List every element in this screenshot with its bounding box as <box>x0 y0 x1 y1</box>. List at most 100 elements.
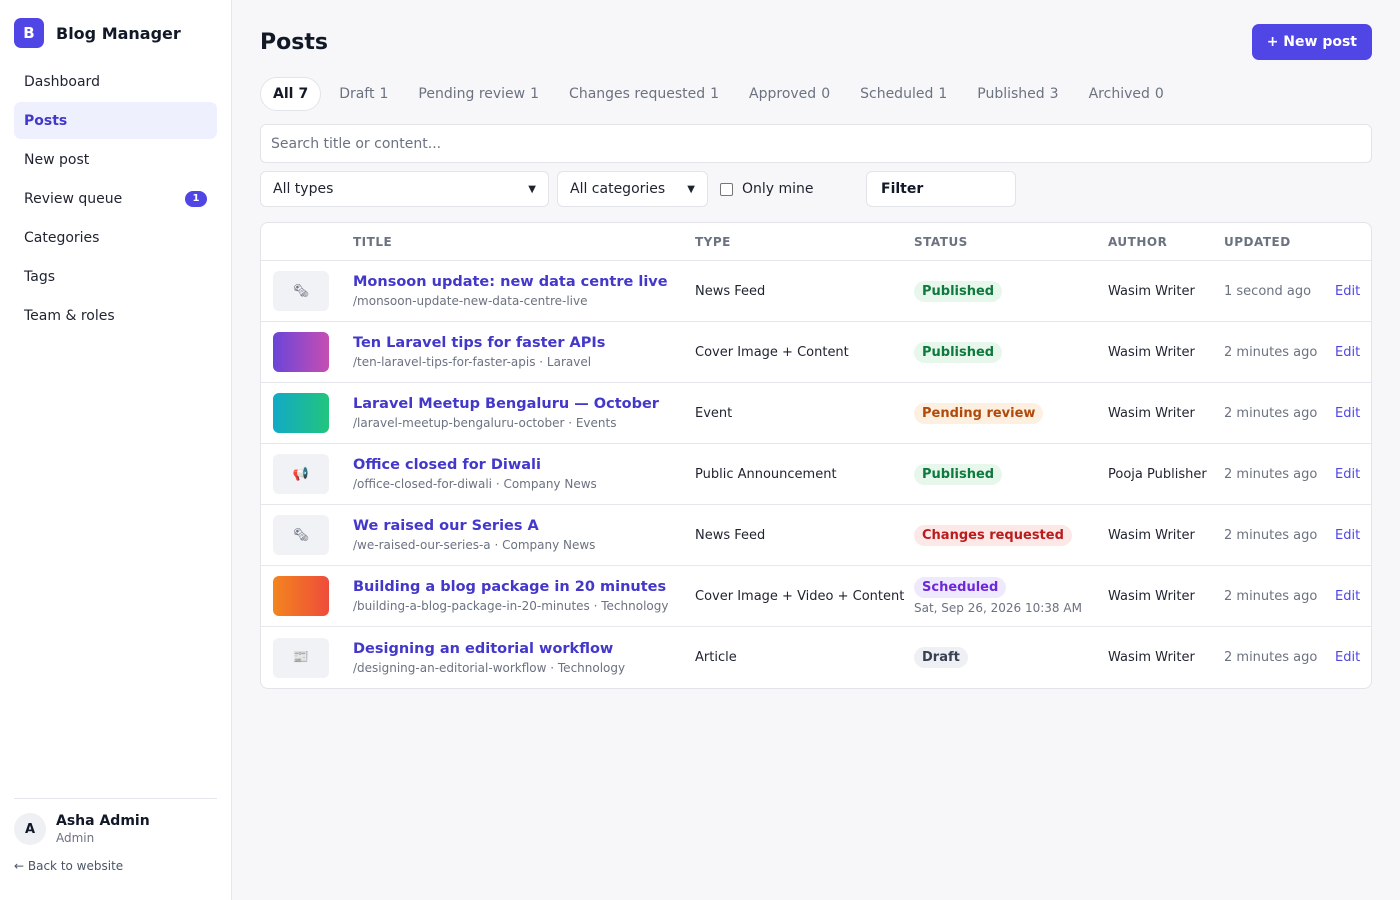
sidebar-item-label: Review queue <box>24 190 123 207</box>
column-header-type: TYPE <box>695 234 731 249</box>
cover-image-thumbnail <box>273 332 329 372</box>
filter-button[interactable]: Filter <box>866 171 1016 207</box>
edit-link[interactable]: Edit <box>1335 467 1360 482</box>
edit-link[interactable]: Edit <box>1335 345 1360 360</box>
post-type: Cover Image + Video + Content <box>695 588 905 604</box>
cover-image-thumbnail <box>273 393 329 433</box>
brand[interactable]: B Blog Manager <box>14 18 217 48</box>
table-row: Ten Laravel tips for faster APIs /ten-la… <box>261 322 1371 383</box>
post-title-link[interactable]: We raised our Series A <box>353 518 695 534</box>
tab-published[interactable]: Published 3 <box>965 77 1070 111</box>
post-author: Wasim Writer <box>1108 405 1195 421</box>
review-queue-count-badge: 1 <box>185 190 207 207</box>
sidebar-item-dashboard[interactable]: Dashboard <box>14 63 217 100</box>
newspaper-icon: 🗞 <box>273 271 329 311</box>
table-row: Laravel Meetup Bengaluru — October /lara… <box>261 383 1371 444</box>
table-header: TITLE TYPE STATUS AUTHOR UPDATED <box>261 223 1371 261</box>
edit-link[interactable]: Edit <box>1335 528 1360 543</box>
status-tabs: All 7 Draft 1 Pending review 1 Changes requ… <box>260 77 1372 111</box>
column-header-author: AUTHOR <box>1108 234 1168 249</box>
category-select[interactable]: All categories ▼ <box>557 171 708 207</box>
tab-archived[interactable]: Archived 0 <box>1077 77 1176 111</box>
back-to-website-link[interactable]: ← Back to website <box>14 859 217 873</box>
megaphone-icon: 📢 <box>273 454 329 494</box>
tab-label: Approved <box>749 86 817 102</box>
main-content: Posts + New post All 7 Draft 1 Pending rev… <box>232 0 1400 900</box>
post-title-link[interactable]: Office closed for Diwali <box>353 457 695 473</box>
sidebar: B Blog Manager Dashboard Posts New post … <box>0 0 232 900</box>
sidebar-item-label: New post <box>24 151 90 168</box>
only-mine-toggle[interactable]: Only mine <box>720 181 862 197</box>
sidebar-item-categories[interactable]: Categories <box>14 219 217 256</box>
sidebar-item-team-roles[interactable]: Team & roles <box>14 297 217 334</box>
chevron-down-icon: ▼ <box>687 183 695 195</box>
column-header-status: STATUS <box>914 234 968 249</box>
post-title-link[interactable]: Monsoon update: new data centre live <box>353 274 695 290</box>
tab-all[interactable]: All 7 <box>260 77 322 111</box>
post-updated: 1 second ago <box>1224 283 1312 299</box>
post-slug: /we-raised-our-series-a · Company News <box>353 538 596 552</box>
tab-approved[interactable]: Approved 0 <box>737 77 842 111</box>
column-header-title: TITLE <box>353 234 393 249</box>
sidebar-item-new-post[interactable]: New post <box>14 141 217 178</box>
post-title-link[interactable]: Ten Laravel tips for faster APIs <box>353 335 695 351</box>
category-select-value: All categories <box>570 181 666 197</box>
status-badge: Scheduled <box>914 577 1007 598</box>
edit-link[interactable]: Edit <box>1335 406 1360 421</box>
edit-link[interactable]: Edit <box>1335 284 1360 299</box>
tab-scheduled[interactable]: Scheduled 1 <box>848 77 959 111</box>
post-updated: 2 minutes ago <box>1224 405 1318 421</box>
tab-pending-review[interactable]: Pending review 1 <box>406 77 551 111</box>
new-post-button[interactable]: + New post <box>1251 24 1372 60</box>
tab-count: 0 <box>821 86 831 102</box>
post-updated: 2 minutes ago <box>1224 527 1318 543</box>
tab-count: 1 <box>530 86 540 102</box>
post-title-link[interactable]: Laravel Meetup Bengaluru — October <box>353 396 695 412</box>
tab-draft[interactable]: Draft 1 <box>327 77 400 111</box>
post-type: Event <box>695 405 733 421</box>
sidebar-item-label: Tags <box>24 268 55 285</box>
edit-link[interactable]: Edit <box>1335 589 1360 604</box>
post-type: Public Announcement <box>695 466 837 482</box>
sidebar-item-label: Team & roles <box>24 307 115 324</box>
post-type: Article <box>695 650 737 665</box>
tab-count: 1 <box>710 86 720 102</box>
table-row: Building a blog package in 20 minutes /b… <box>261 566 1371 627</box>
post-author: Wasim Writer <box>1108 283 1195 299</box>
post-type: News Feed <box>695 527 766 543</box>
tab-count: 3 <box>1049 86 1059 102</box>
tab-changes-requested[interactable]: Changes requested 1 <box>557 77 731 111</box>
post-title-link[interactable]: Building a blog package in 20 minutes <box>353 579 695 595</box>
user-role: Admin <box>56 831 95 845</box>
post-author: Wasim Writer <box>1108 527 1195 543</box>
brand-logo: B <box>14 18 44 48</box>
post-updated: 2 minutes ago <box>1224 344 1318 360</box>
sidebar-item-tags[interactable]: Tags <box>14 258 217 295</box>
post-updated: 2 minutes ago <box>1224 466 1318 482</box>
post-updated: 2 minutes ago <box>1224 588 1318 604</box>
edit-link[interactable]: Edit <box>1335 650 1360 665</box>
tab-label: All <box>273 86 294 102</box>
status-badge: Published <box>914 463 1003 485</box>
sidebar-item-posts[interactable]: Posts <box>14 102 217 139</box>
only-mine-label: Only mine <box>742 181 814 197</box>
tab-label: Archived <box>1088 86 1150 102</box>
avatar: A <box>14 813 46 845</box>
sidebar-item-review-queue[interactable]: Review queue 1 <box>14 180 217 217</box>
tab-count: 1 <box>379 86 389 102</box>
user-profile[interactable]: A Asha Admin Admin <box>14 813 217 845</box>
table-row: 🗞 Monsoon update: new data centre live /… <box>261 261 1371 322</box>
type-select[interactable]: All types ▼ <box>260 171 549 207</box>
post-slug: /building-a-blog-package-in-20-minutes ·… <box>353 599 669 613</box>
tab-label: Changes requested <box>569 86 706 102</box>
chevron-down-icon: ▼ <box>528 183 536 195</box>
only-mine-checkbox[interactable] <box>720 182 733 196</box>
post-slug: /monsoon-update-new-data-centre-live <box>353 294 588 308</box>
post-slug: /designing-an-editorial-workflow · Techn… <box>353 660 626 675</box>
article-icon: 📰 <box>273 637 329 678</box>
column-header-updated: UPDATED <box>1224 234 1291 249</box>
search-input[interactable] <box>260 124 1372 163</box>
post-slug: /laravel-meetup-bengaluru-october · Even… <box>353 416 617 430</box>
tab-label: Draft <box>339 86 375 102</box>
post-title-link[interactable]: Designing an editorial workflow <box>353 641 695 657</box>
